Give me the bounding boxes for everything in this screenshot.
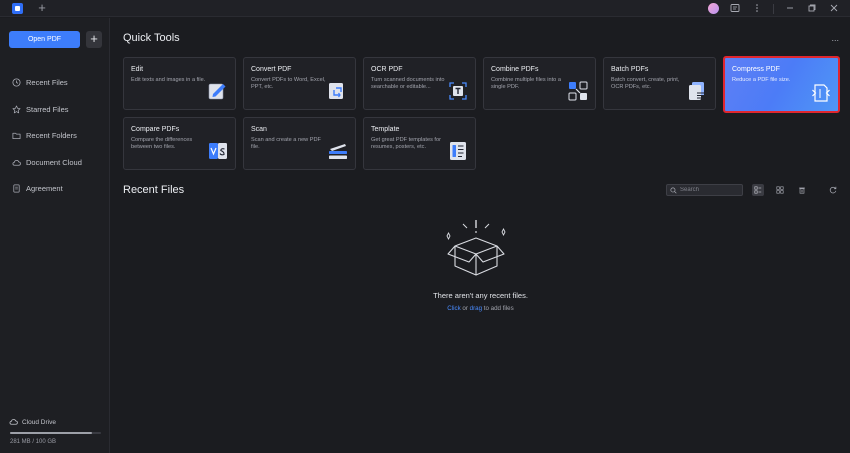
sidebar-item-label: Recent Folders [26, 130, 77, 140]
avatar[interactable] [708, 3, 719, 14]
storage-bar [10, 432, 101, 434]
tool-scan[interactable]: Scan Scan and create a new PDF file. [243, 117, 356, 170]
drag-link[interactable]: drag [470, 305, 482, 312]
new-tab-button[interactable]: + [36, 0, 48, 17]
sidebar: Open PDF + Recent Files Starred Files Re… [0, 18, 110, 453]
sidebar-item-label: Starred Files [26, 104, 69, 114]
tool-desc: Edit texts and images in a file. [131, 77, 206, 83]
sidebar-item-agreement[interactable]: Agreement [12, 181, 63, 195]
tool-title: Combine PDFs [491, 66, 539, 73]
tool-edit[interactable]: Edit Edit texts and images in a file. [123, 57, 236, 110]
tool-convert-pdf[interactable]: Convert PDF Convert PDFs to Word, Excel,… [243, 57, 356, 110]
separator [773, 3, 774, 14]
search-icon [670, 186, 677, 194]
convert-icon [329, 83, 343, 99]
restore-icon[interactable] [806, 3, 818, 15]
tool-title: Edit [131, 66, 144, 73]
refresh-icon [829, 186, 837, 194]
refresh-button[interactable] [827, 184, 839, 196]
tool-title: Template [371, 126, 400, 133]
tool-template[interactable]: Template Get great PDF templates for res… [363, 117, 476, 170]
tool-title: Scan [251, 126, 267, 133]
close-icon[interactable] [828, 3, 840, 15]
agreement-icon [12, 184, 21, 193]
empty-state-title: There aren't any recent files. [433, 291, 528, 300]
tool-desc: Scan and create a new PDF file. [251, 137, 321, 150]
compress-icon [812, 84, 830, 102]
more-options-button[interactable]: ... [831, 33, 839, 43]
star-icon [12, 105, 21, 114]
main-content: Quick Tools ... Edit Edit texts and imag… [111, 18, 850, 453]
tool-ocr-pdf[interactable]: OCR PDF Turn scanned documents into sear… [363, 57, 476, 110]
sidebar-item-starred-files[interactable]: Starred Files [12, 102, 69, 116]
folder-icon [12, 131, 21, 140]
tool-combine-pdfs[interactable]: Combine PDFs Combine multiple files into… [483, 57, 596, 110]
storage-text: 281 MB / 100 GB [10, 439, 57, 445]
grid-view-button[interactable] [774, 184, 786, 196]
sidebar-item-recent-folders[interactable]: Recent Folders [12, 128, 77, 142]
combine-icon [568, 81, 588, 101]
grid-view-icon [776, 186, 784, 194]
quick-tools-heading: Quick Tools [123, 32, 180, 44]
batch-icon [689, 82, 704, 100]
tool-batch-pdfs[interactable]: Batch PDFs Batch convert, create, print,… [603, 57, 716, 110]
title-bar: + [0, 0, 850, 17]
more-vert-icon[interactable] [751, 3, 763, 15]
tool-title: Compare PDFs [131, 126, 180, 133]
minimize-icon[interactable] [784, 3, 796, 15]
cloud-drive-label: Cloud Drive [22, 418, 56, 426]
sidebar-item-label: Agreement [26, 183, 63, 193]
template-icon [450, 142, 466, 160]
add-button[interactable]: + [86, 31, 102, 48]
sidebar-item-recent-files[interactable]: Recent Files [12, 75, 68, 89]
list-view-button[interactable] [752, 184, 764, 196]
cloud-icon [12, 158, 21, 167]
cloud-drive[interactable]: Cloud Drive [9, 418, 56, 426]
search-input[interactable] [680, 187, 740, 193]
compare-icon [209, 143, 227, 159]
empty-state-subtitle: Click or drag to add files [111, 305, 850, 312]
edit-icon [208, 83, 226, 100]
tool-desc: Batch convert, create, print, OCR PDFs, … [611, 77, 680, 90]
cloud-drive-icon [9, 419, 18, 425]
sidebar-item-label: Document Cloud [26, 157, 82, 167]
tool-desc: Turn scanned documents into searchable o… [371, 77, 445, 90]
tool-desc: Combine multiple files into a single PDF… [491, 77, 561, 90]
empty-rest-text: to add files [482, 305, 514, 312]
tool-desc: Convert PDFs to Word, Excel, PPT, etc. [251, 77, 326, 90]
scan-icon [329, 144, 347, 159]
app-logo[interactable] [12, 3, 23, 14]
search-box[interactable] [666, 184, 743, 196]
recent-files-heading: Recent Files [123, 184, 185, 196]
window-controls [708, 2, 840, 15]
tool-desc: Reduce a PDF file size. [732, 77, 791, 83]
storage-fill [10, 432, 92, 434]
tool-title: OCR PDF [371, 66, 403, 73]
empty-or-text: or [460, 305, 470, 312]
tool-title: Batch PDFs [611, 66, 649, 73]
sidebar-item-label: Recent Files [26, 77, 68, 87]
ocr-icon [449, 82, 467, 100]
empty-box-illustration [446, 220, 506, 276]
list-view-icon [754, 186, 762, 194]
delete-button[interactable] [796, 184, 808, 196]
clock-icon [12, 77, 21, 87]
tool-compress-pdf[interactable]: Compress PDF Reduce a PDF file size. [723, 56, 840, 113]
trash-icon [799, 187, 805, 194]
tool-title: Convert PDF [251, 66, 292, 73]
sidebar-item-document-cloud[interactable]: Document Cloud [12, 155, 82, 169]
tool-desc: Get great PDF templates for resumes, pos… [371, 137, 441, 150]
tool-title: Compress PDF [732, 66, 780, 73]
open-pdf-button[interactable]: Open PDF [9, 31, 80, 48]
panel-icon[interactable] [729, 3, 741, 15]
tool-compare-pdfs[interactable]: Compare PDFs Compare the differences bet… [123, 117, 236, 170]
click-link[interactable]: Click [447, 305, 460, 312]
tool-desc: Compare the differences between two file… [131, 137, 193, 150]
